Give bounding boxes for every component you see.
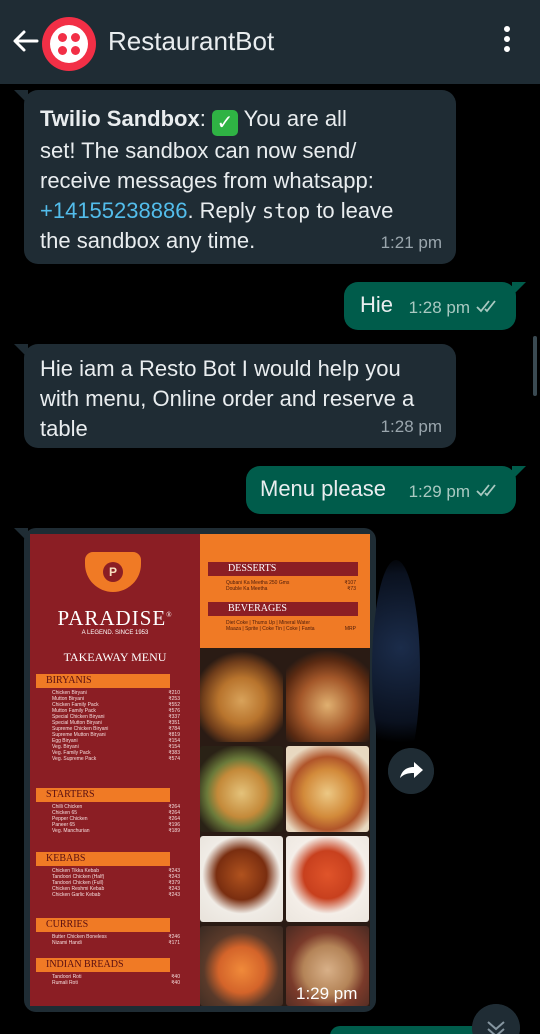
chat-header: RestaurantBot: [0, 0, 540, 84]
paradise-logo-pot: P: [85, 552, 141, 592]
menu-section-title: STARTERS: [36, 788, 170, 802]
message-text: receive messages from whatsapp:: [40, 168, 374, 193]
chevron-double-down-icon[interactable]: [472, 1004, 520, 1034]
menu-item: Nizami Handi ₹171: [52, 940, 180, 946]
background-artwork: [372, 560, 420, 780]
food-photo: [200, 746, 283, 832]
menu-item-list: Butter Chicken Boneless ₹246 Nizami Handi ₹…: [52, 934, 180, 946]
menu-item-list: Chicken Tikka Kebab ₹243 Tandoori Chicken …: [52, 868, 180, 898]
message-incoming[interactable]: Twilio Sandbox: ✓ You are all set! The s…: [24, 90, 456, 264]
menu-section-title: BEVERAGES: [208, 602, 358, 616]
menu-section-title: DESSERTS: [208, 562, 358, 576]
more-vertical-icon[interactable]: [498, 26, 516, 58]
food-photo: [286, 650, 369, 742]
menu-item: Rumali Roti ₹40: [52, 980, 180, 986]
menu-item-list: Qubani Ka Meetha 250 Gms ₹107 Double Ka Me…: [226, 580, 356, 592]
food-photo: [200, 926, 283, 1006]
food-photo: [286, 746, 369, 832]
message-time: 1:29 pm: [296, 984, 358, 1003]
message-time: 1:28 pm: [380, 417, 442, 436]
menu-section-title: INDIAN BREADS: [36, 958, 170, 972]
share-forward-icon[interactable]: [388, 748, 434, 794]
message-text: Hie: [360, 292, 394, 317]
double-check-icon: [476, 484, 496, 497]
menu-section-title: KEBABS: [36, 852, 170, 866]
message-time: 1:28 pm: [408, 298, 470, 317]
menu-tagline: A LEGEND. SINCE 1953: [81, 630, 149, 636]
white-check-mark-emoji: ✓: [211, 110, 238, 136]
menu-right-panel: DESSERTS Qubani Ka Meetha 250 Gms ₹107 Dou…: [200, 534, 370, 1006]
menu-item: Double Ka Meetha ₹73: [226, 586, 356, 592]
phone-link[interactable]: +14155238886: [40, 198, 187, 223]
menu-item-list: Tandoori Roti ₹40 Rumali Roti ₹40: [52, 974, 180, 986]
menu-heading: TAKEAWAY MENU: [63, 650, 167, 664]
contact-name[interactable]: RestaurantBot: [108, 26, 274, 57]
message-time: 1:29 pm: [408, 482, 470, 501]
beverage-list: Diet Coke | Thums Up | Mineral Water Maa…: [226, 620, 356, 632]
message-text: Hie iam a Resto Bot I would help you: [40, 356, 401, 381]
message-text: You are all: [243, 106, 347, 131]
message-outgoing[interactable]: Menu please 1:29 pm: [246, 466, 516, 514]
message-text: with menu, Online order and reserve a: [40, 386, 415, 411]
message-outgoing[interactable]: Hie 1:28 pm: [344, 282, 516, 330]
keyword: stop: [262, 199, 311, 223]
menu-item: Veg. Manchurian ₹189: [52, 828, 180, 834]
menu-section-title: BIRYANIS: [36, 674, 170, 688]
menu-left-panel: P PARADISE® A LEGEND. SINCE 1953 TAKEAWA…: [30, 534, 200, 1006]
message-text: to leave: [310, 198, 394, 223]
image-message[interactable]: P PARADISE® A LEGEND. SINCE 1953 TAKEAWA…: [24, 528, 376, 1012]
double-check-icon: [476, 300, 496, 313]
message-incoming[interactable]: Hie iam a Resto Bot I would help you wit…: [24, 344, 456, 448]
menu-item-list: Chilli Chicken ₹264 Chicken 65 ₹264 Pepper C…: [52, 804, 180, 834]
sender-name: Twilio Sandbox: [40, 106, 200, 131]
scrollbar-thumb[interactable]: [533, 336, 537, 396]
menu-brand: PARADISE®: [57, 606, 173, 630]
message-text: . Reply: [187, 198, 263, 223]
arrow-left-icon[interactable]: [10, 26, 40, 56]
food-photo: [200, 836, 283, 922]
avatar[interactable]: [42, 17, 96, 71]
menu-item-list: Chicken Biryani ₹210 Mutton Biryani ₹253 Chi…: [52, 690, 180, 762]
food-photo: [200, 650, 283, 742]
message-text: set! The sandbox can now send/: [40, 138, 357, 163]
message-time: 1:21 pm: [380, 233, 442, 252]
food-photo: [286, 836, 369, 922]
menu-item: Chicken Garlic Kebab ₹243: [52, 892, 180, 898]
message-text: Menu please: [260, 476, 386, 501]
menu-item: Veg. Supreme Pack ₹574: [52, 756, 180, 762]
menu-section-title: CURRIES: [36, 918, 170, 932]
